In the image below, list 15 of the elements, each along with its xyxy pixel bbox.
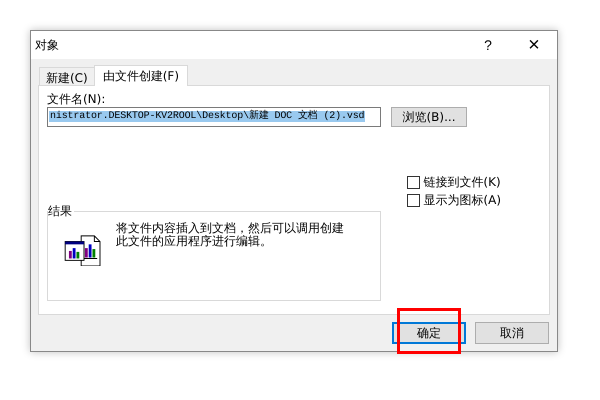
checkbox-label[interactable]: 链接到文件(K) [423,174,501,190]
help-button[interactable]: ? [465,31,511,59]
tab[interactable]: 新建(C) [39,67,95,85]
checkbox[interactable] [407,176,420,188]
dialog-button[interactable]: 取消 [475,322,549,344]
field-label: 文件名(N): [47,91,106,106]
checkbox-label[interactable]: 显示为图标(A) [423,192,501,208]
file-name-field[interactable]: nistrator.DESKTOP-KV2ROOL\Desktop\新建 DOC 文档 (2).vsd [47,107,381,127]
tab[interactable]: 由文件创建(F) [94,65,188,86]
browse-button[interactable]: 浏览(B)... [391,107,467,127]
checkbox[interactable] [407,194,420,206]
result-description: 将文件内容插入到文档，然后可以调用创建此文件的应用程序进行编辑。 [116,222,344,248]
close-button[interactable]: × [511,31,557,59]
window-title: 对象 [34,36,59,54]
dialog-button[interactable]: 确定 [392,322,466,344]
